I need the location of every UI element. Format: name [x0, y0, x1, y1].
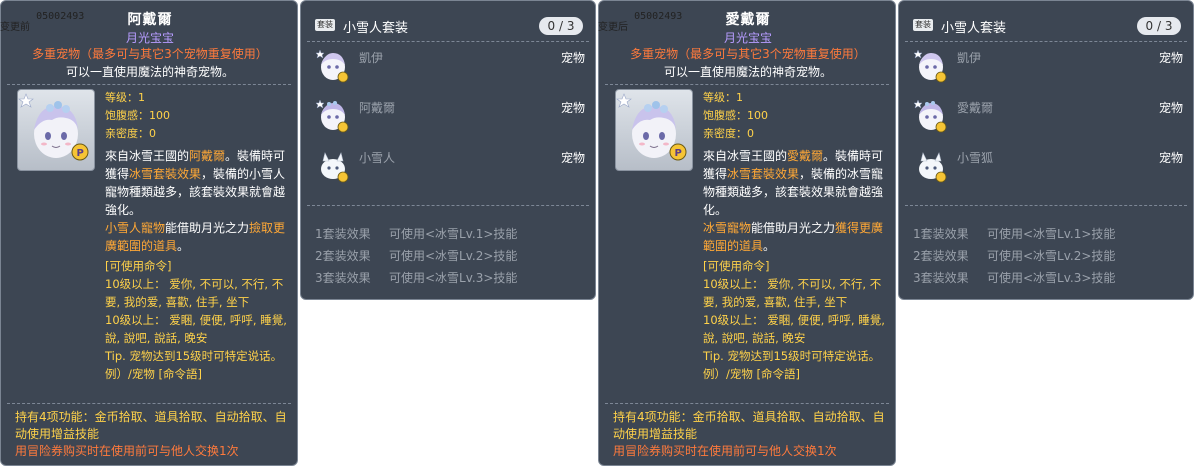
effect-label: 3套装效果: [315, 271, 371, 285]
divider: [307, 41, 589, 42]
tip-line: Tip. 宠物达到15级时可特定说话。: [703, 349, 881, 363]
closeness-stat: 亲密度：0: [105, 127, 156, 140]
divider: [307, 205, 589, 206]
set-name: 小雪人套装: [343, 21, 409, 36]
magic-pet-note: 可以一直使用魔法的神奇宠物。: [65, 65, 234, 79]
pet-tooltip: 阿戴爾 月光宝宝 多重宠物（最多可与其它3个宠物重复使用） 可以一直使用魔法的神…: [0, 0, 298, 466]
fullness-stat: 饱腹感：100: [703, 109, 768, 122]
level-stat: 等级：1: [105, 91, 145, 104]
effect-label: 3套装效果: [913, 271, 969, 285]
member-type: 宠物: [1158, 51, 1183, 65]
multi-pet-note: 多重宠物（最多可与其它3个宠物重复使用）: [630, 47, 866, 61]
pet-footer: 持有4项功能：金币拾取、道具拾取、自动拾取、自动使用增益技能 用冒险券购买时在使…: [15, 409, 291, 460]
adel-pet-icon: [913, 99, 947, 133]
effect-value: 可使用<冰雪Lv.1>技能: [389, 227, 518, 241]
pet-portrait: P: [17, 89, 95, 171]
pet-ability: 小雪人寵物能借助月光之力撿取更廣範圍的道具。: [105, 221, 286, 253]
effect-label: 1套装效果: [913, 227, 969, 241]
command-line: 10级以上： 爱睏, 便便, 呼呼, 睡覺, 說, 說吧, 說話, 晚安: [703, 313, 885, 345]
magic-pet-note: 可以一直使用魔法的神奇宠物。: [663, 65, 832, 79]
command-line: 10级以上： 爱睏, 便便, 呼呼, 睡覺, 說, 說吧, 說話, 晚安: [105, 313, 287, 345]
version-tag: 05002493 变更后: [598, 11, 683, 33]
pet-ability: 冰雪寵物能借助月光之力獲得更廣範圍的道具。: [703, 221, 884, 253]
divider: [905, 41, 1187, 42]
svg-text:P: P: [675, 148, 682, 159]
pet-description: 來自冰雪王國的阿戴爾。裝備時可獲得冰雪套裝效果，裝備的小雪人寵物種類越多，該套裝…: [105, 149, 286, 217]
set-member: 愛戴爾 宠物: [913, 97, 1183, 137]
multi-pet-note: 多重宠物（最多可与其它3个宠物重复使用）: [32, 47, 268, 61]
set-member: 小雪狐 宠物: [913, 147, 1183, 187]
functions-note: 持有4项功能：金币拾取、道具拾取、自动拾取、自动使用增益技能: [15, 410, 287, 441]
effect-value: 可使用<冰雪Lv.2>技能: [389, 249, 518, 263]
tip-line: Tip. 宠物达到15级时可特定说话。: [105, 349, 283, 363]
set-tooltip: 套装 小雪人套装 0 / 3 凱伊 宠物: [300, 0, 596, 300]
effect-value: 可使用<冰雪Lv.1>技能: [987, 227, 1116, 241]
command-line: 10级以上： 爱你, 不可以, 不行, 不要, 我的爱, 喜歡, 住手, 坐下: [105, 277, 284, 309]
snowman-pet-icon: [321, 152, 349, 183]
divider: [905, 205, 1187, 206]
effect-value: 可使用<冰雪Lv.2>技能: [987, 249, 1116, 263]
member-name: 凱伊: [359, 51, 384, 65]
pet-tooltip: 愛戴爾 月光宝宝 多重宠物（最多可与其它3个宠物重复使用） 可以一直使用魔法的神…: [598, 0, 896, 466]
command-list: [可使用命令] 10级以上： 爱你, 不可以, 不行, 不要, 我的爱, 喜歡,…: [703, 257, 889, 383]
effect-label: 2套装效果: [913, 249, 969, 263]
divider: [605, 403, 889, 404]
snowman-pet-icon: [919, 152, 947, 183]
level-stat: 等级：1: [703, 91, 743, 104]
adel-pet-icon: P: [18, 93, 89, 161]
fullness-stat: 饱腹感：100: [105, 109, 170, 122]
set-badge: 套装: [913, 19, 933, 31]
effect-label: 1套装效果: [315, 227, 371, 241]
member-type: 宠物: [1158, 151, 1183, 165]
example-line: 例）/宠物 [命令語]: [105, 367, 203, 381]
set-tooltip: 套装 小雪人套装 0 / 3 凱伊 宠物: [898, 0, 1194, 300]
set-count: 0 / 3: [539, 17, 583, 35]
adel-pet-icon: [315, 99, 349, 133]
version-tag: 05002493 变更前: [0, 11, 85, 33]
member-type: 宠物: [560, 151, 585, 165]
pet-description: 來自冰雪王國的愛戴爾。裝備時可獲得冰雪套裝效果，裝備的冰雪寵物種類越多，該套裝效…: [703, 149, 884, 217]
member-name: 阿戴爾: [359, 101, 396, 115]
trade-note: 用冒险券购买时在使用前可与他人交换1次: [613, 444, 837, 458]
set-badge: 套装: [315, 19, 335, 31]
member-name: 小雪狐: [957, 151, 994, 165]
set-count: 0 / 3: [1137, 17, 1181, 35]
pet-portrait: P: [615, 89, 693, 171]
adel-pet-icon: P: [616, 93, 687, 161]
kai-pet-icon: [913, 49, 947, 83]
set-name: 小雪人套装: [941, 21, 1007, 36]
divider: [605, 84, 889, 85]
closeness-stat: 亲密度：0: [703, 127, 754, 140]
member-name: 小雪人: [359, 151, 396, 165]
command-header: [可使用命令]: [703, 259, 770, 273]
effect-value: 可使用<冰雪Lv.3>技能: [987, 271, 1116, 285]
trade-note: 用冒险券购买时在使用前可与他人交换1次: [15, 444, 239, 458]
command-list: [可使用命令] 10级以上： 爱你, 不可以, 不行, 不要, 我的爱, 喜歡,…: [105, 257, 291, 383]
svg-text:P: P: [77, 148, 84, 159]
kai-pet-icon: [315, 49, 349, 83]
command-line: 10级以上： 爱你, 不可以, 不行, 不要, 我的爱, 喜歡, 住手, 坐下: [703, 277, 882, 309]
divider: [7, 84, 291, 85]
member-type: 宠物: [560, 51, 585, 65]
command-header: [可使用命令]: [105, 259, 172, 273]
divider: [7, 403, 291, 404]
effect-label: 2套装效果: [315, 249, 371, 263]
set-member: 凱伊 宠物: [315, 47, 585, 87]
set-member: 阿戴爾 宠物: [315, 97, 585, 137]
functions-note: 持有4项功能：金币拾取、道具拾取、自动拾取、自动使用增益技能: [613, 410, 885, 441]
member-type: 宠物: [1158, 101, 1183, 115]
member-type: 宠物: [560, 101, 585, 115]
member-name: 凱伊: [957, 51, 982, 65]
set-member: 小雪人 宠物: [315, 147, 585, 187]
set-member: 凱伊 宠物: [913, 47, 1183, 87]
member-name: 愛戴爾: [957, 101, 994, 115]
pet-footer: 持有4项功能：金币拾取、道具拾取、自动拾取、自动使用增益技能 用冒险券购买时在使…: [613, 409, 889, 460]
effect-value: 可使用<冰雪Lv.3>技能: [389, 271, 518, 285]
example-line: 例）/宠物 [命令語]: [703, 367, 801, 381]
